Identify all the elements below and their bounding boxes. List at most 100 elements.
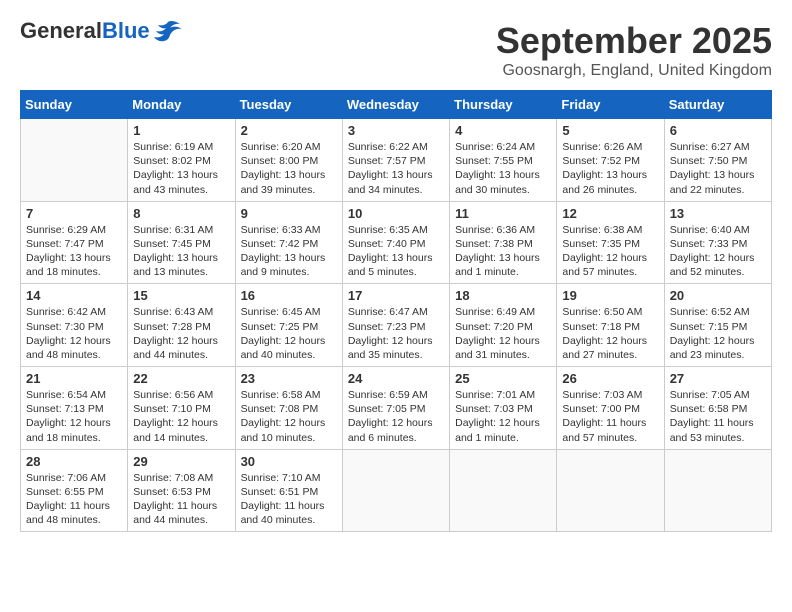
day-info: Sunrise: 6:58 AM Sunset: 7:08 PM Dayligh… [241,388,337,445]
day-info: Sunrise: 6:38 AM Sunset: 7:35 PM Dayligh… [562,223,658,280]
day-info: Sunrise: 7:08 AM Sunset: 6:53 PM Dayligh… [133,471,229,528]
calendar-cell [21,119,128,202]
day-number: 3 [348,123,444,138]
title-section: September 2025 Goosnargh, England, Unite… [496,20,772,80]
day-info: Sunrise: 6:22 AM Sunset: 7:57 PM Dayligh… [348,140,444,197]
calendar-cell: 7 Sunrise: 6:29 AM Sunset: 7:47 PM Daylig… [21,201,128,284]
logo-blue: Blue [102,18,150,43]
day-info: Sunrise: 6:47 AM Sunset: 7:23 PM Dayligh… [348,305,444,362]
calendar-cell: 9 Sunrise: 6:33 AM Sunset: 7:42 PM Daylig… [235,201,342,284]
day-number: 30 [241,454,337,469]
day-info: Sunrise: 6:56 AM Sunset: 7:10 PM Dayligh… [133,388,229,445]
page-header: GeneralBlue September 2025 Goosnargh, En… [20,20,772,80]
logo-bird-icon [154,20,182,42]
calendar-cell [557,449,664,532]
day-number: 14 [26,288,122,303]
calendar-header-tuesday: Tuesday [235,91,342,119]
day-number: 6 [670,123,766,138]
calendar-cell: 8 Sunrise: 6:31 AM Sunset: 7:45 PM Daylig… [128,201,235,284]
day-info: Sunrise: 7:10 AM Sunset: 6:51 PM Dayligh… [241,471,337,528]
calendar-header-sunday: Sunday [21,91,128,119]
day-info: Sunrise: 6:19 AM Sunset: 8:02 PM Dayligh… [133,140,229,197]
calendar-cell: 30 Sunrise: 7:10 AM Sunset: 6:51 PM Dayli… [235,449,342,532]
calendar-cell: 5 Sunrise: 6:26 AM Sunset: 7:52 PM Daylig… [557,119,664,202]
day-number: 19 [562,288,658,303]
day-number: 17 [348,288,444,303]
calendar-cell: 12 Sunrise: 6:38 AM Sunset: 7:35 PM Dayli… [557,201,664,284]
calendar-header-monday: Monday [128,91,235,119]
day-info: Sunrise: 6:54 AM Sunset: 7:13 PM Dayligh… [26,388,122,445]
day-number: 2 [241,123,337,138]
day-number: 16 [241,288,337,303]
calendar-table: SundayMondayTuesdayWednesdayThursdayFrid… [20,90,772,532]
calendar-header-friday: Friday [557,91,664,119]
calendar-cell [342,449,449,532]
day-number: 28 [26,454,122,469]
day-number: 12 [562,206,658,221]
day-info: Sunrise: 7:06 AM Sunset: 6:55 PM Dayligh… [26,471,122,528]
calendar-cell: 17 Sunrise: 6:47 AM Sunset: 7:23 PM Dayli… [342,284,449,367]
day-number: 29 [133,454,229,469]
calendar-cell: 16 Sunrise: 6:45 AM Sunset: 7:25 PM Dayli… [235,284,342,367]
calendar-week-5: 28 Sunrise: 7:06 AM Sunset: 6:55 PM Dayli… [21,449,772,532]
day-number: 1 [133,123,229,138]
calendar-week-1: 1 Sunrise: 6:19 AM Sunset: 8:02 PM Daylig… [21,119,772,202]
day-info: Sunrise: 6:31 AM Sunset: 7:45 PM Dayligh… [133,223,229,280]
day-info: Sunrise: 7:01 AM Sunset: 7:03 PM Dayligh… [455,388,551,445]
calendar-header-row: SundayMondayTuesdayWednesdayThursdayFrid… [21,91,772,119]
calendar-cell: 2 Sunrise: 6:20 AM Sunset: 8:00 PM Daylig… [235,119,342,202]
calendar-week-4: 21 Sunrise: 6:54 AM Sunset: 7:13 PM Dayli… [21,367,772,450]
calendar-cell: 1 Sunrise: 6:19 AM Sunset: 8:02 PM Daylig… [128,119,235,202]
calendar-cell: 15Sunrise: 6:43 AM Sunset: 7:28 PM Dayli… [128,284,235,367]
day-info: Sunrise: 6:27 AM Sunset: 7:50 PM Dayligh… [670,140,766,197]
calendar-week-3: 14 Sunrise: 6:42 AM Sunset: 7:30 PM Dayli… [21,284,772,367]
calendar-cell: 14 Sunrise: 6:42 AM Sunset: 7:30 PM Dayli… [21,284,128,367]
day-number: 13 [670,206,766,221]
day-info: Sunrise: 6:35 AM Sunset: 7:40 PM Dayligh… [348,223,444,280]
calendar-cell: 4Sunrise: 6:24 AM Sunset: 7:55 PM Daylig… [450,119,557,202]
calendar-cell: 27 Sunrise: 7:05 AM Sunset: 6:58 PM Dayli… [664,367,771,450]
calendar-cell: 22 Sunrise: 6:56 AM Sunset: 7:10 PM Dayli… [128,367,235,450]
day-info: Sunrise: 6:50 AM Sunset: 7:18 PM Dayligh… [562,305,658,362]
day-number: 5 [562,123,658,138]
day-info: Sunrise: 6:49 AM Sunset: 7:20 PM Dayligh… [455,305,551,362]
day-number: 23 [241,371,337,386]
day-number: 9 [241,206,337,221]
day-info: Sunrise: 6:40 AM Sunset: 7:33 PM Dayligh… [670,223,766,280]
logo: GeneralBlue [20,20,182,42]
day-info: Sunrise: 6:52 AM Sunset: 7:15 PM Dayligh… [670,305,766,362]
calendar-cell: 13 Sunrise: 6:40 AM Sunset: 7:33 PM Dayli… [664,201,771,284]
calendar-cell: 21 Sunrise: 6:54 AM Sunset: 7:13 PM Dayli… [21,367,128,450]
calendar-header-saturday: Saturday [664,91,771,119]
day-info: Sunrise: 6:33 AM Sunset: 7:42 PM Dayligh… [241,223,337,280]
day-info: Sunrise: 6:29 AM Sunset: 7:47 PM Dayligh… [26,223,122,280]
day-info: Sunrise: 6:42 AM Sunset: 7:30 PM Dayligh… [26,305,122,362]
day-number: 8 [133,206,229,221]
day-number: 27 [670,371,766,386]
day-number: 26 [562,371,658,386]
day-number: 20 [670,288,766,303]
day-info: Sunrise: 6:24 AM Sunset: 7:55 PM Dayligh… [455,140,551,197]
day-info: Sunrise: 6:26 AM Sunset: 7:52 PM Dayligh… [562,140,658,197]
day-info: Sunrise: 6:36 AM Sunset: 7:38 PM Dayligh… [455,223,551,280]
calendar-week-2: 7 Sunrise: 6:29 AM Sunset: 7:47 PM Daylig… [21,201,772,284]
day-info: Sunrise: 6:20 AM Sunset: 8:00 PM Dayligh… [241,140,337,197]
day-info: Sunrise: 6:45 AM Sunset: 7:25 PM Dayligh… [241,305,337,362]
calendar-cell: 28 Sunrise: 7:06 AM Sunset: 6:55 PM Dayli… [21,449,128,532]
calendar-cell: 10 Sunrise: 6:35 AM Sunset: 7:40 PM Dayli… [342,201,449,284]
day-info: Sunrise: 7:05 AM Sunset: 6:58 PM Dayligh… [670,388,766,445]
month-title: September 2025 [496,20,772,62]
calendar-cell: 24 Sunrise: 6:59 AM Sunset: 7:05 PM Dayli… [342,367,449,450]
day-number: 10 [348,206,444,221]
day-number: 15 [133,288,229,303]
day-info: Sunrise: 6:59 AM Sunset: 7:05 PM Dayligh… [348,388,444,445]
day-number: 22 [133,371,229,386]
day-number: 7 [26,206,122,221]
calendar-cell: 29 Sunrise: 7:08 AM Sunset: 6:53 PM Dayli… [128,449,235,532]
day-number: 24 [348,371,444,386]
calendar-cell [664,449,771,532]
calendar-cell: 11Sunrise: 6:36 AM Sunset: 7:38 PM Dayli… [450,201,557,284]
calendar-cell: 25Sunrise: 7:01 AM Sunset: 7:03 PM Dayli… [450,367,557,450]
day-number: 21 [26,371,122,386]
location: Goosnargh, England, United Kingdom [496,62,772,80]
